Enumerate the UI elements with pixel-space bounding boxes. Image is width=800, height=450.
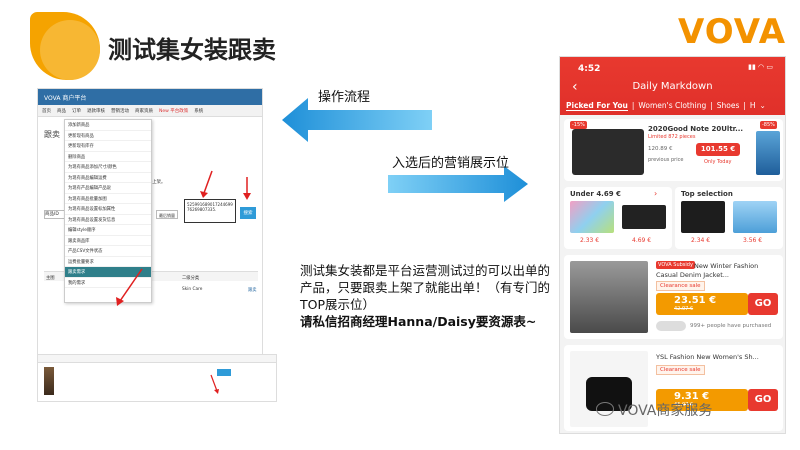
menu-item[interactable]: 为现有商品编辑运费	[65, 173, 151, 183]
admin-topbar: VOVA 商户平台	[38, 89, 262, 105]
go-button[interactable]: GO	[748, 389, 778, 411]
menu-item[interactable]: 更新现有商品	[65, 131, 151, 141]
black-masks-image	[681, 201, 725, 233]
phone-screenshot: 4:52 ▮▮ ◠ ▭ ‹ Daily Markdown Picked For …	[559, 56, 786, 434]
bag-image	[622, 205, 666, 229]
vova-logo: VOVA	[678, 12, 787, 52]
contact-text: 请私信招商经理Hanna/Daisy要资源表~	[300, 314, 537, 329]
menu-item[interactable]: 运费批量要求	[65, 257, 151, 267]
tab-womens[interactable]: Women's Clothing	[638, 101, 706, 111]
tab-more[interactable]: H	[750, 101, 756, 111]
hero-previous-label: previous price	[648, 157, 684, 163]
product2-title: YSL Fashion New Women's Sh...	[656, 353, 759, 361]
search-button[interactable]: 搜索	[240, 207, 256, 219]
menu-item[interactable]: 产品CSV文件状态	[65, 246, 151, 257]
top-selection-panel[interactable]: Top selection 2.34 € 3.56 €	[675, 187, 783, 249]
admin-nav: 首页 商品 订单 退款审核 营销活动 商家资质 New 平台政策 系统	[38, 105, 262, 117]
tab-shoes[interactable]: Shoes	[717, 101, 740, 111]
showcase-label: 入选后的营销展示位	[392, 156, 510, 171]
nav-item[interactable]: 系统	[194, 108, 203, 114]
menu-item[interactable]: 为现有产品编辑产品说	[65, 183, 151, 194]
menu-item[interactable]: 为现有商品添加尺寸/颜色	[65, 162, 151, 173]
nav-item[interactable]: 退款审核	[87, 108, 105, 114]
nav-item[interactable]: 订单	[72, 108, 81, 114]
slide-title: 测试集女装跟卖	[108, 36, 276, 64]
nav-item[interactable]: New 平台政策	[159, 108, 188, 114]
top-price-1: 2.34 €	[691, 237, 711, 244]
nav-item[interactable]: 首页	[42, 108, 51, 114]
mask-product-image	[756, 131, 780, 175]
phone-tabs: Picked For You | Women's Clothing | Shoe…	[566, 101, 766, 111]
menu-item[interactable]: 为现有商品设置发货信息	[65, 215, 151, 225]
menu-item[interactable]: 删除商品	[65, 152, 151, 162]
menu-item[interactable]: 编辑style顺序	[65, 225, 151, 236]
purchased-count: 999+ people have purchased	[690, 323, 772, 329]
hero-limited: Limited 872 pieces	[648, 134, 696, 140]
status-time: 4:52	[578, 64, 601, 74]
masks-image	[570, 201, 614, 233]
col-header: 二级分类	[182, 276, 200, 281]
hero-price: 101.55 €	[696, 143, 740, 156]
menu-item[interactable]: 添加新商品	[65, 120, 151, 131]
product-card-jacket[interactable]: VOVA Subsidy New Winter Fashion Casual D…	[564, 255, 783, 339]
clearance-tag: Clearance sale	[656, 281, 705, 291]
clearance-tag: Clearance sale	[656, 365, 705, 375]
product1-price-bar: 23.51 € 42.07 €	[656, 293, 748, 315]
top-title: Top selection	[681, 190, 733, 198]
admin-screenshot: VOVA 商户平台 首页 商品 订单 退款审核 营销活动 商家资质 New 平台…	[37, 88, 263, 384]
under-title: Under 4.69 €	[570, 190, 621, 198]
sort-select[interactable]: 最后销量	[156, 210, 178, 219]
red-arrow-icon	[116, 268, 143, 306]
product-thumbnail	[44, 367, 54, 395]
chevron-right-icon[interactable]: ›	[654, 189, 657, 198]
blue-masks-image	[733, 201, 777, 233]
flow-label: 操作流程	[318, 90, 371, 105]
under-price-2: 4.69 €	[632, 237, 652, 244]
go-button[interactable]: GO	[748, 293, 778, 315]
nav-item[interactable]: 商家资质	[135, 108, 153, 114]
product1-price: 23.51 €	[674, 295, 717, 306]
title-decoration	[30, 12, 100, 80]
red-arrow-icon	[200, 170, 213, 198]
tab-picked[interactable]: Picked For You	[566, 101, 628, 111]
right-discount-badge: -85%	[760, 121, 777, 129]
jacket-image	[570, 261, 648, 333]
menu-item[interactable]: 为现有商品批量加图	[65, 194, 151, 204]
hero-deal-card[interactable]: -15% 2020Good Note 20Ultr... Limited 872…	[564, 119, 783, 181]
red-arrow-icon	[210, 374, 219, 394]
chevron-down-icon[interactable]: ⌄	[760, 101, 766, 111]
admin-page-title: 跟卖	[44, 130, 60, 139]
wechat-icon	[596, 402, 614, 416]
product1-title: New Winter Fashion Casual Denim Jacket..…	[656, 262, 759, 279]
phone-header: 4:52 ▮▮ ◠ ▭ ‹ Daily Markdown Picked For …	[560, 57, 785, 115]
phone-product-image	[572, 129, 644, 175]
row-category: Skin Care	[182, 287, 203, 292]
menu-item[interactable]: 跟卖商品库	[65, 236, 151, 246]
goods-id-textarea[interactable]: 525991689017244699 76269807335.	[184, 199, 236, 223]
nav-item[interactable]: 商品	[57, 108, 66, 114]
right-arrow-icon	[388, 166, 528, 202]
discount-badge: -15%	[570, 121, 587, 129]
under-price-panel[interactable]: Under 4.69 € › 2.33 € 4.69 €	[564, 187, 672, 249]
phone-title: Daily Markdown	[632, 81, 713, 92]
watermark-text: VOVA商家服务	[618, 403, 713, 419]
buyer-avatars	[656, 321, 686, 331]
admin-result-screenshot	[37, 354, 277, 402]
hero-only-today: Only Today	[704, 159, 732, 165]
description: 测试集女装都是平台运营测试过的可以出单的产品，只要跟卖上架了就能出单！（有专门的…	[300, 263, 551, 312]
menu-item[interactable]: 为现有商品设置标加属性	[65, 204, 151, 215]
nav-item[interactable]: 营销活动	[111, 108, 129, 114]
top-price-2: 3.56 €	[743, 237, 763, 244]
product1-old-price: 42.07 €	[674, 306, 694, 312]
status-icons: ▮▮ ◠ ▭	[748, 63, 773, 71]
under-price-1: 2.33 €	[580, 237, 600, 244]
menu-item[interactable]: 更新现有库存	[65, 141, 151, 152]
hero-old-price: 120.89 €	[648, 146, 673, 152]
red-arrow-icon	[243, 177, 251, 200]
row-action-link[interactable]: 跟卖	[248, 287, 257, 293]
col-header: 主图	[46, 276, 55, 281]
hero-title: 2020Good Note 20Ultr...	[648, 125, 744, 133]
description-text: 测试集女装都是平台运营测试过的可以出单的产品，只要跟卖上架了就能出单！（有专门的…	[300, 262, 552, 330]
